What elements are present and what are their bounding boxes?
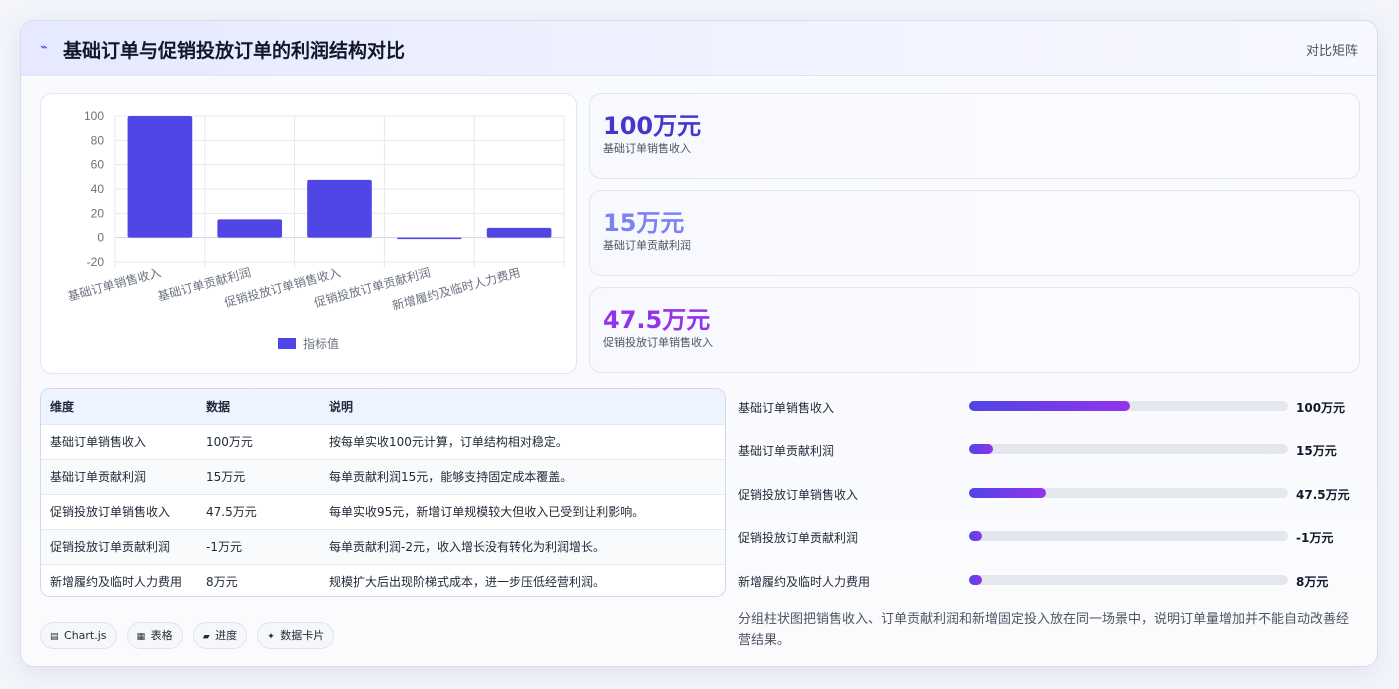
progress-fill	[969, 444, 993, 454]
progress-icon: ▰	[202, 632, 210, 642]
column-header: 维度	[50, 399, 75, 414]
dashboard-panel: ⌁ 基础订单与促销投放订单的利润结构对比 对比矩阵 100 80 60 40 20 0 -2…	[20, 20, 1378, 667]
table-cell: -1万元	[206, 528, 329, 564]
panel-header: ⌁ 基础订单与促销投放订单的利润结构对比 对比矩阵	[21, 21, 1377, 76]
tag-data-card[interactable]: ✦ 数据卡片	[257, 622, 335, 649]
stat-card: 15万元 基础订单贡献利润	[589, 190, 1360, 276]
table-cell: 100万元	[206, 423, 329, 459]
stat-label: 基础订单销售收入	[603, 142, 691, 155]
bar	[217, 219, 283, 238]
progress-track	[969, 401, 1288, 411]
tag-label: 进度	[215, 629, 238, 642]
bar	[486, 227, 552, 238]
progress-value: 8万元	[1296, 575, 1329, 589]
tag-progress[interactable]: ▰ 进度	[192, 622, 248, 649]
progress-row: 新增履约及临时人力费用 8万元	[738, 570, 1368, 590]
stat-card: 100万元 基础订单销售收入	[589, 93, 1360, 179]
progress-row: 促销投放订单销售收入 47.5万元	[738, 483, 1368, 503]
table-cell: 每单贡献利润-2元，收入增长没有转化为利润增长。	[329, 528, 725, 564]
tag-chartjs[interactable]: ▤ Chart.js	[40, 622, 117, 649]
stat-value: 100万元	[603, 112, 702, 140]
chart-icon: ▤	[50, 632, 59, 642]
wave-icon: ⌁	[40, 40, 48, 55]
page-title: 基础订单与促销投放订单的利润结构对比	[63, 40, 406, 62]
table-cell: 促销投放订单销售收入	[41, 493, 206, 529]
table-cell: 15万元	[206, 458, 329, 494]
progress-fill	[969, 488, 1046, 498]
sparkle-icon: ✦	[267, 632, 275, 642]
stat-label: 促销投放订单销售收入	[603, 336, 713, 349]
table-cell: 基础订单贡献利润	[41, 458, 206, 494]
stat-value: 15万元	[603, 209, 685, 237]
table-cell: 规模扩大后出现阶梯式成本，进一步压低经营利润。	[329, 563, 725, 596]
progress-value: 100万元	[1296, 401, 1346, 415]
x-tick-label: 基础订单销售收入	[66, 264, 163, 303]
progress-label: 基础订单贡献利润	[738, 444, 835, 458]
table-cell: 每单贡献利润15元，能够支持固定成本覆盖。	[329, 458, 725, 494]
table-cell: 按每单实收100元计算，订单结构相对稳定。	[329, 423, 725, 459]
table-row: 基础订单销售收入 100万元 按每单实收100元计算，订单结构相对稳定。	[41, 423, 725, 459]
table-cell: 基础订单销售收入	[41, 423, 206, 459]
progress-value: -1万元	[1296, 531, 1334, 545]
progress-label: 基础订单销售收入	[738, 401, 835, 415]
summary-text: 分组柱状图把销售收入、订单贡献利润和新增固定投入放在同一场景中，说明订单量增加并…	[738, 612, 1350, 648]
table-cell: 新增履约及临时人力费用	[41, 563, 206, 596]
table-cell: 促销投放订单贡献利润	[41, 528, 206, 564]
table-header-row: 维度 数据 说明	[41, 389, 725, 424]
tag-label: 数据卡片	[280, 629, 325, 642]
table-row: 基础订单贡献利润 15万元 每单贡献利润15元，能够支持固定成本覆盖。	[41, 458, 725, 494]
progress-label: 促销投放订单销售收入	[738, 488, 859, 502]
y-tick-label: 0	[97, 231, 104, 245]
progress-fill	[969, 401, 1131, 411]
progress-track	[969, 575, 1288, 585]
progress-fill	[969, 575, 982, 585]
tag-label: 表格	[150, 629, 173, 642]
bar-chart: 100806040200-20基础订单销售收入基础订单贡献利润促销投放订单销售收…	[66, 109, 565, 351]
progress-row: 基础订单贡献利润 15万元	[738, 439, 1368, 459]
header-right-label: 对比矩阵	[1305, 44, 1358, 59]
tag-label: Chart.js	[64, 629, 107, 642]
progress-value: 15万元	[1296, 444, 1337, 458]
bar	[307, 179, 372, 238]
tag-list: ▤ Chart.js ▦ 表格 ▰ 进度 ✦ 数据卡片	[40, 622, 339, 649]
table-row: 新增履约及临时人力费用 8万元 规模扩大后出现阶梯式成本，进一步压低经营利润。	[41, 563, 725, 596]
progress-track	[969, 531, 1288, 541]
table-cell: 每单实收95元，新增订单规模较大但收入已受到让利影响。	[329, 493, 725, 529]
y-tick-label: 20	[91, 206, 105, 220]
progress-label: 促销投放订单贡献利润	[738, 531, 859, 545]
table-cell: 8万元	[206, 563, 329, 596]
column-header: 说明	[329, 399, 354, 414]
progress-track	[969, 488, 1288, 498]
column-header: 数据	[206, 399, 231, 414]
legend-label: 指标值	[303, 336, 339, 351]
stat-value: 47.5万元	[603, 306, 711, 334]
progress-label: 新增履约及临时人力费用	[738, 575, 871, 589]
progress-track	[969, 444, 1288, 454]
progress-row: 基础订单销售收入 100万元	[738, 396, 1368, 416]
y-tick-label: 100	[84, 109, 104, 123]
bar-chart-card: 100 80 60 40 20 0 -20 基础订单销售收入 基础订单贡献利润 促销投放订单销售收…	[40, 93, 577, 374]
stat-label: 基础订单贡献利润	[603, 239, 691, 252]
bar	[396, 237, 462, 240]
progress-value: 47.5万元	[1296, 488, 1350, 502]
y-tick-label: 40	[91, 182, 105, 196]
y-tick-label: 80	[91, 133, 105, 147]
table-row: 促销投放订单贡献利润 -1万元 每单贡献利润-2元，收入增长没有转化为利润增长。	[41, 528, 725, 564]
legend-swatch	[278, 338, 296, 349]
table-cell: 47.5万元	[206, 493, 329, 529]
y-tick-label: -20	[87, 255, 105, 269]
table-icon: ▦	[136, 632, 146, 642]
progress-row: 促销投放订单贡献利润 -1万元	[738, 526, 1368, 546]
stat-card: 47.5万元 促销投放订单销售收入	[589, 287, 1360, 373]
y-tick-label: 60	[91, 158, 105, 172]
progress-fill	[969, 531, 982, 541]
bar	[127, 116, 193, 238]
data-table: 维度 数据 说明 基础订单销售收入 100万元 按每单实收100元计算，订单结构…	[40, 388, 726, 597]
tag-table[interactable]: ▦ 表格	[126, 622, 183, 649]
table-row: 促销投放订单销售收入 47.5万元 每单实收95元，新增订单规模较大但收入已受到…	[41, 493, 725, 529]
